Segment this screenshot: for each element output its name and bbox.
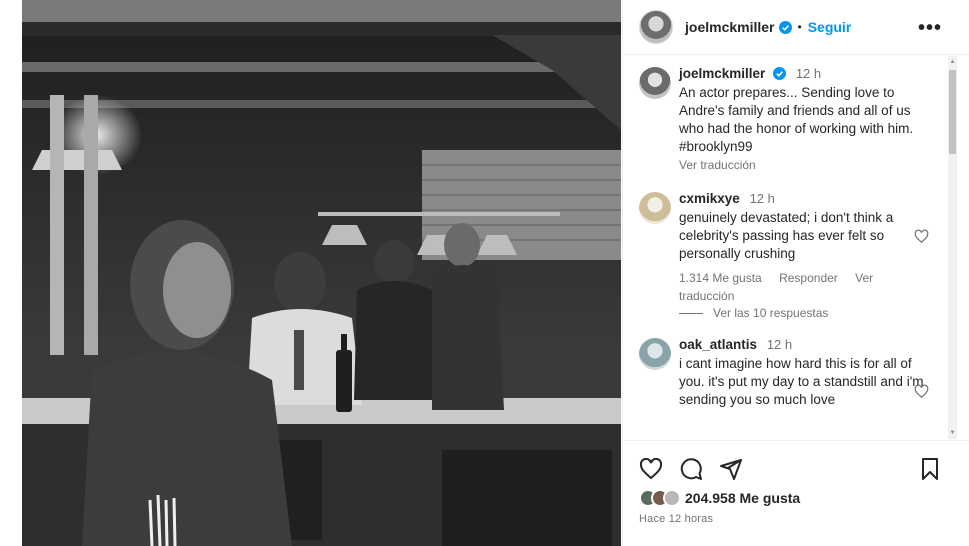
likes-row[interactable]: 204.958 Me gusta	[639, 489, 800, 507]
comment-icon[interactable]	[679, 457, 703, 481]
comment-text: i cant imagine how hard this is for all …	[679, 356, 924, 407]
comment-text: genuinely devastated; i don't think a ce…	[679, 210, 894, 261]
comment-heart-icon[interactable]	[914, 384, 929, 399]
liker-avatar	[663, 489, 681, 507]
comment-time: 12 h	[766, 337, 793, 352]
comments-list[interactable]: joelmckmiller 12 h An actor prepares... …	[623, 56, 969, 439]
caption-avatar[interactable]	[639, 67, 671, 99]
comment-likes[interactable]: 1.314 Me gusta	[679, 271, 762, 285]
heart-icon[interactable]	[639, 457, 663, 481]
scroll-up-arrow[interactable]: ▲	[949, 58, 956, 66]
comment-username[interactable]: cxmikxye	[679, 191, 740, 206]
separator-dot: •	[797, 20, 802, 34]
follow-button[interactable]: Seguir	[808, 19, 852, 35]
view-replies-toggle[interactable]: Ver las 10 respuestas	[679, 306, 828, 320]
comment-item: oak_atlantis 12 h i cant imagine how har…	[639, 336, 929, 409]
commenter-avatar[interactable]	[639, 338, 671, 370]
view-replies-label: Ver las 10 respuestas	[713, 306, 829, 320]
post-image	[22, 0, 621, 546]
caption-translate-link[interactable]: Ver traducción	[679, 158, 756, 172]
post-header: joelmckmiller • Seguir •••	[623, 0, 969, 55]
comments-scrollbar[interactable]: ▲ ▼	[948, 56, 957, 439]
replies-line	[679, 312, 703, 314]
comment-username[interactable]: oak_atlantis	[679, 337, 757, 352]
comment-heart-icon[interactable]	[914, 229, 929, 244]
comment-item: cxmikxye 12 h genuinely devastated; i do…	[639, 190, 929, 305]
share-icon[interactable]	[719, 457, 743, 481]
caption-time: 12 h	[795, 66, 822, 81]
post-panel: joelmckmiller • Seguir ••• joelmckmiller…	[622, 0, 969, 546]
verified-icon	[773, 67, 787, 80]
bookmark-icon[interactable]	[918, 457, 942, 481]
reply-link[interactable]: Responder	[779, 271, 838, 285]
caption: joelmckmiller 12 h An actor prepares... …	[639, 65, 929, 174]
scroll-down-arrow[interactable]: ▼	[949, 429, 956, 437]
author-avatar[interactable]	[639, 10, 673, 44]
likes-count[interactable]: 204.958 Me gusta	[685, 490, 800, 506]
comment-time: 12 h	[749, 191, 775, 206]
commenter-avatar[interactable]	[639, 192, 671, 224]
post-photo[interactable]	[22, 0, 621, 546]
caption-text: An actor prepares... Sending love to And…	[679, 85, 914, 154]
scroll-thumb[interactable]	[949, 70, 956, 154]
caption-username[interactable]: joelmckmiller	[679, 66, 765, 81]
more-icon[interactable]: •••	[918, 17, 942, 40]
post-time-ago: Hace 12 horas	[639, 513, 714, 525]
author-username[interactable]: joelmckmiller	[685, 19, 775, 35]
action-bar: 204.958 Me gusta Hace 12 horas	[623, 440, 969, 546]
verified-icon	[778, 20, 792, 34]
